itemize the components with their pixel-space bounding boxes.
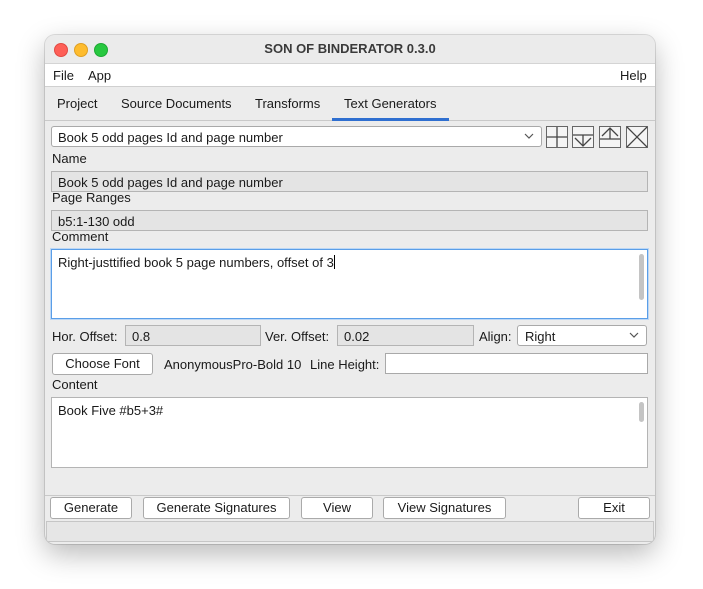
tab-transforms[interactable]: Transforms: [255, 96, 320, 111]
hor-offset-field[interactable]: 0.8: [125, 325, 261, 346]
arrow-up-icon[interactable]: [599, 126, 621, 148]
name-field[interactable]: Book 5 odd pages Id and page number: [51, 171, 648, 192]
exit-button[interactable]: Exit: [578, 497, 650, 519]
window-title: SON OF BINDERATOR 0.3.0: [264, 41, 436, 56]
comment-value: Right-justtified book 5 page numbers, of…: [58, 255, 334, 270]
tab-bar: Project Source Documents Transforms Text…: [45, 87, 655, 121]
align-value: Right: [525, 329, 556, 344]
comment-scrollbar[interactable]: [639, 254, 644, 300]
align-select[interactable]: Right: [517, 325, 647, 346]
menu-bar: File App Help: [45, 64, 655, 87]
content-value: Book Five #b5+3#: [58, 403, 164, 418]
content-textarea[interactable]: Book Five #b5+3#: [51, 397, 648, 468]
tab-text-generators[interactable]: Text Generators: [344, 96, 437, 111]
line-height-input[interactable]: [385, 353, 648, 374]
ver-offset-field[interactable]: 0.02: [337, 325, 474, 346]
content-scrollbar[interactable]: [639, 402, 644, 422]
hor-offset-label: Hor. Offset:: [52, 329, 118, 344]
page-ranges-label: Page Ranges: [52, 190, 131, 205]
tab-project[interactable]: Project: [57, 96, 97, 111]
view-button[interactable]: View: [301, 497, 373, 519]
plus-icon[interactable]: [546, 126, 568, 148]
comment-label: Comment: [52, 229, 109, 244]
choose-font-button[interactable]: Choose Font: [52, 353, 153, 375]
tab-source-documents[interactable]: Source Documents: [121, 96, 232, 111]
status-bar: [46, 521, 654, 542]
hor-offset-value: 0.8: [132, 329, 151, 344]
x-icon[interactable]: [626, 126, 648, 148]
page-ranges-field[interactable]: b5:1-130 odd: [51, 210, 648, 231]
align-label: Align:: [479, 329, 512, 344]
name-value: Book 5 odd pages Id and page number: [58, 175, 283, 190]
title-bar: SON OF BINDERATOR 0.3.0: [45, 35, 655, 64]
arrow-down-icon[interactable]: [572, 126, 594, 148]
generate-signatures-button[interactable]: Generate Signatures: [143, 497, 290, 519]
generator-select[interactable]: Book 5 odd pages Id and page number: [51, 126, 542, 147]
generate-button[interactable]: Generate: [50, 497, 132, 519]
text-generator-panel: Book 5 odd pages Id and page number Name…: [45, 121, 655, 495]
content-label: Content: [52, 377, 98, 392]
chevron-down-icon: [524, 133, 534, 139]
generator-select-value: Book 5 odd pages Id and page number: [58, 130, 283, 145]
line-height-label: Line Height:: [310, 357, 380, 372]
font-value: AnonymousPro-Bold 10: [164, 357, 302, 372]
view-signatures-button[interactable]: View Signatures: [383, 497, 506, 519]
ver-offset-label: Ver. Offset:: [265, 329, 330, 344]
action-bar: Generate Generate Signatures View View S…: [45, 495, 655, 521]
page-ranges-value: b5:1-130 odd: [58, 214, 135, 229]
ver-offset-value: 0.02: [344, 329, 370, 344]
menu-help[interactable]: Help: [620, 68, 647, 83]
app-window: SON OF BINDERATOR 0.3.0 File App Help Pr…: [45, 35, 655, 544]
text-caret: [333, 255, 335, 269]
comment-textarea[interactable]: Right-justtified book 5 page numbers, of…: [51, 249, 648, 319]
name-label: Name: [52, 151, 87, 166]
menu-app[interactable]: App: [88, 68, 111, 83]
menu-file[interactable]: File: [53, 68, 74, 83]
chevron-down-icon: [629, 332, 639, 338]
